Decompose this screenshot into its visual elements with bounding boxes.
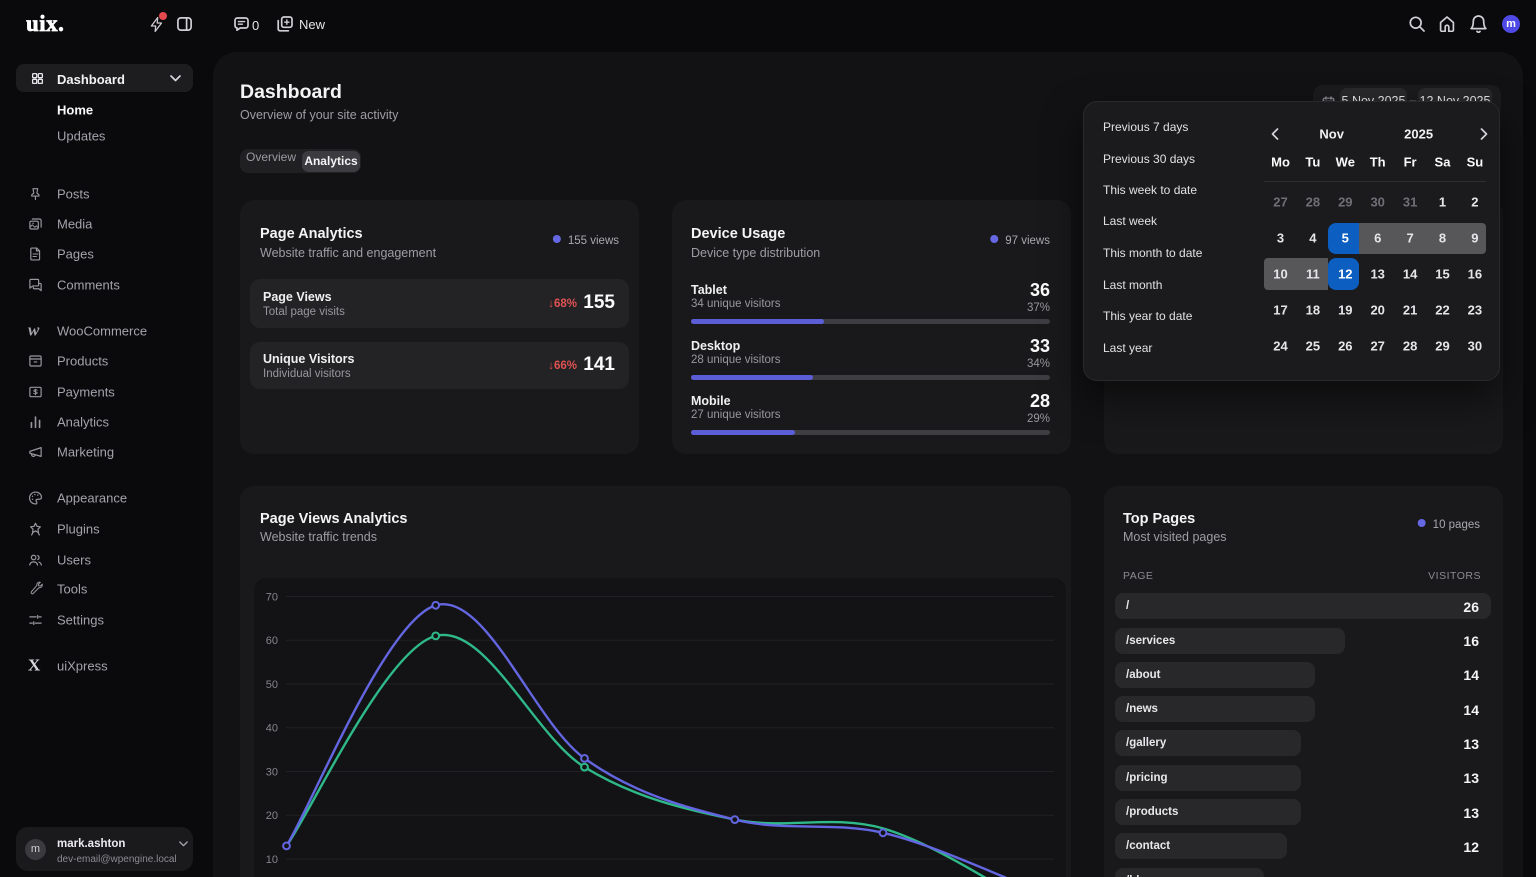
svg-text:30: 30 xyxy=(266,767,278,779)
svg-text:20: 20 xyxy=(266,810,278,822)
svg-text:60: 60 xyxy=(266,635,278,647)
svg-text:70: 70 xyxy=(266,592,278,604)
svg-text:50: 50 xyxy=(266,679,278,691)
svg-text:10: 10 xyxy=(266,854,278,866)
svg-text:40: 40 xyxy=(266,723,278,735)
